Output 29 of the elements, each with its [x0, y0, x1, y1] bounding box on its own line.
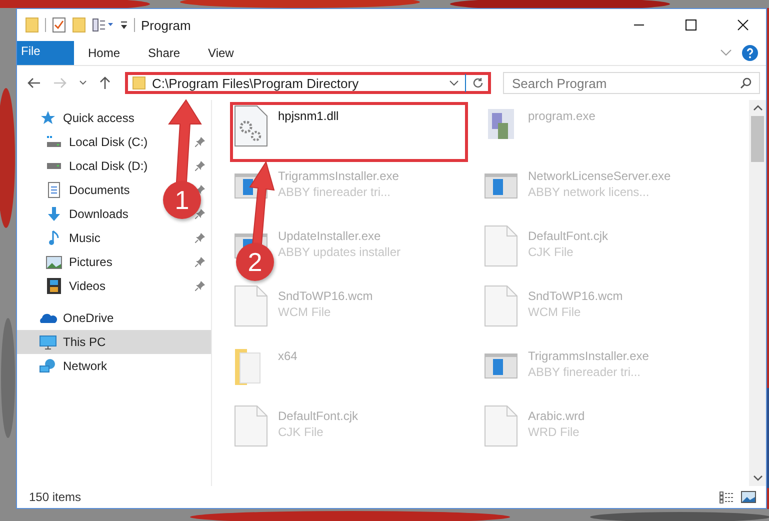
file-type: WRD File [528, 425, 580, 439]
file-type: ABBY updates installer [278, 245, 401, 259]
file-type: ABBY finereader tri... [278, 185, 392, 199]
file-type: ABBY finereader tri... [528, 365, 642, 379]
ribbon-tab[interactable]: Home [74, 41, 134, 65]
sidebar-item[interactable]: This PC [17, 330, 211, 354]
address-bar[interactable]: C:\Program Files\Program Directory [125, 72, 491, 94]
window-title: Program [141, 18, 191, 32]
file-type: CJK File [528, 245, 574, 259]
sidebar-item[interactable]: Documents [17, 178, 159, 202]
ribbon-tab[interactable]: View [194, 41, 248, 65]
sidebar-item[interactable]: Local Disk (D:) [17, 154, 159, 178]
item-count: 150 items [29, 490, 82, 504]
file-type: CJK File [278, 425, 324, 439]
sidebar-item[interactable]: Videos [17, 274, 159, 298]
file-type: WCM File [528, 305, 582, 319]
sidebar-item[interactable]: Network [17, 354, 211, 378]
sidebar-item[interactable]: Downloads [17, 202, 159, 226]
file-type: ABBY network licens... [528, 185, 650, 199]
search-field[interactable]: Search Program [503, 72, 760, 94]
sidebar-item[interactable]: Music [17, 226, 159, 250]
file-type: WCM File [278, 305, 332, 319]
file-name[interactable]: hpjsnm1.dll [278, 109, 339, 123]
sidebar-item[interactable]: Pictures [17, 250, 159, 274]
ribbon-tab[interactable]: Share [134, 41, 194, 65]
sidebar-item[interactable]: OneDrive [17, 306, 211, 330]
ribbon-tab[interactable]: File [17, 41, 74, 65]
sidebar-item[interactable]: Quick access [17, 106, 211, 130]
sidebar-item[interactable]: Local Disk (C:) [17, 130, 159, 154]
